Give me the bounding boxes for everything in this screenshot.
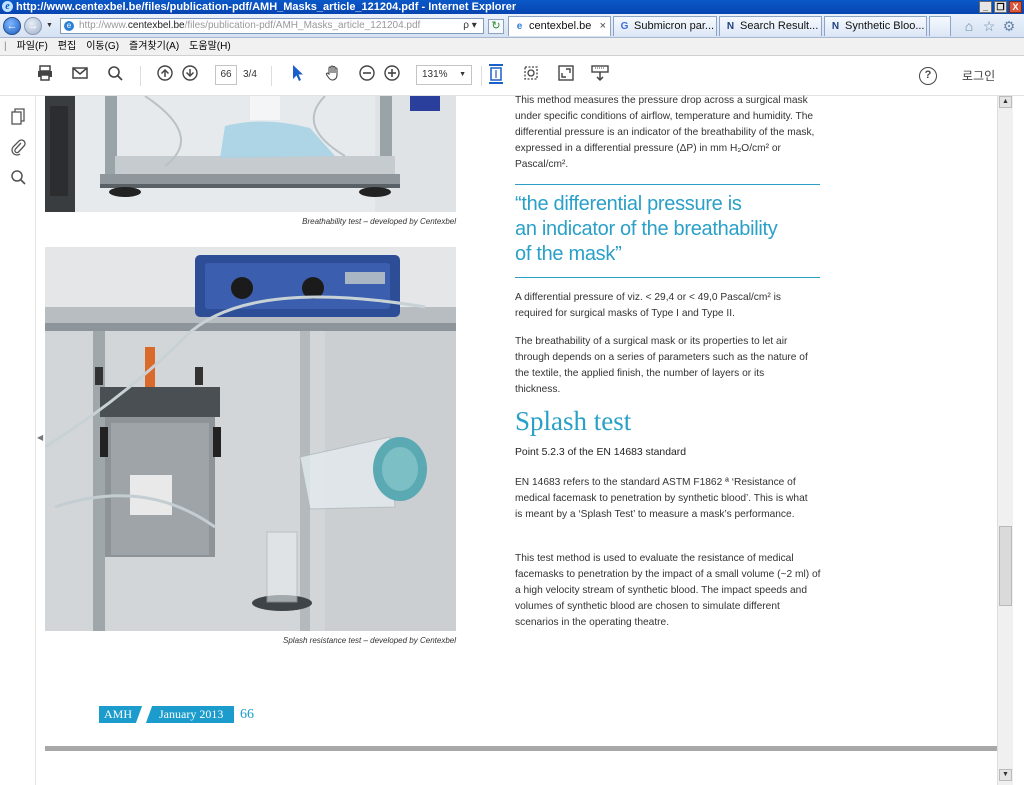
rotate-icon[interactable] [520,64,542,86]
pull-quote-line: “the differential pressure is [515,193,742,215]
splash-resistance-test-photo [45,247,456,631]
close-window-button[interactable]: X [1009,1,1022,13]
menu-edit[interactable]: 편집 [58,41,76,52]
side-panel-rail [0,96,36,785]
figure-caption: Splash resistance test – developed by Ce… [283,636,456,645]
window-title: http://www.centexbel.be/files/publicatio… [16,1,517,13]
tab-synthetic-blood[interactable]: N Synthetic Bloo... [824,16,927,36]
tab-label: Search Result... [740,20,819,32]
pages-thumbnail-icon[interactable] [8,108,28,128]
footer-page-number: 66 [240,707,254,722]
menu-file[interactable]: 파일(F) [17,41,48,52]
tab-submicron[interactable]: G Submicron par... [613,16,717,36]
breathability-test-photo [45,96,456,212]
article-paragraph: EN 14683 refers to the standard ASTM F18… [515,477,808,520]
pdf-toolbar [0,56,1024,96]
journal-brand: AMH [104,707,133,721]
zoom-select[interactable]: 131% ▼ [416,65,472,85]
favorites-star-icon[interactable]: ☆ [981,18,997,34]
article-paragraph: A differential pressure of viz. < 29,4 o… [515,292,781,319]
menu-bar: | 파일(F) 편집 이동(G) 즐겨찾기(A) 도움말(H) [0,38,1024,56]
help-icon[interactable]: ? [919,67,937,85]
menu-go[interactable]: 이동(G) [86,41,119,52]
tab-label: centexbel.be [529,20,592,32]
tab-centexbel[interactable]: e centexbel.be × [508,16,611,36]
quote-divider-top [515,184,820,185]
login-link[interactable]: 로그인 [962,66,995,86]
section-heading: Splash test [515,406,632,436]
address-bar[interactable]: e http://www.centexbel.be/files/publicati… [60,18,484,34]
menu-favorites[interactable]: 즐겨찾기(A) [129,41,179,52]
address-domain: centexbel.be [127,20,185,31]
vertical-scrollbar[interactable]: ▲ ▼ [997,96,1013,785]
fullscreen-icon[interactable] [555,64,577,86]
scroll-up-icon[interactable]: ▲ [999,96,1012,108]
search-dropdown-icon[interactable]: ρ ▾ [457,19,483,33]
zoom-out-icon[interactable] [356,64,378,86]
tab-label: Submicron par... [634,20,715,32]
article-paragraph: This method measures the pressure drop a… [515,95,815,170]
back-arrow-icon: ← [6,20,18,32]
zoom-in-icon[interactable] [381,64,403,86]
page-count: 3/4 [243,69,257,80]
journal-footer-badge: AMH January 2013 [99,706,234,723]
ie-logo-icon: e [2,1,13,12]
pull-quote-line: of the mask” [515,243,622,265]
sidebar-search-icon[interactable] [8,168,28,188]
section-subheading: Point 5.2.3 of the EN 14683 standard [515,447,686,458]
article-paragraph: The breathability of a surgical mask or … [515,336,808,395]
chevron-down-icon: ▼ [459,71,466,78]
address-prefix: http://www. [79,20,128,31]
back-button[interactable]: ← [3,17,21,35]
hand-tool-icon[interactable] [322,64,344,86]
forward-button[interactable]: → [24,17,42,35]
ie-page-icon: e [516,21,523,32]
select-cursor-icon[interactable] [287,64,309,86]
email-icon[interactable] [69,64,91,86]
new-tab-button[interactable] [929,16,951,36]
page-favicon-icon: e [64,21,74,31]
home-icon[interactable]: ⌂ [961,18,977,34]
zoom-value: 131% [422,69,448,80]
print-icon[interactable] [34,64,56,86]
previous-page-icon[interactable] [154,64,176,86]
menu-help[interactable]: 도움말(H) [189,41,230,52]
google-icon: G [620,21,629,32]
address-path: /files/publication-pdf/AMH_Masks_article… [184,20,421,31]
download-icon[interactable] [589,64,611,86]
pull-quote: “the differential pressure is an indicat… [515,192,815,267]
article-paragraph: This test method is used to evaluate the… [515,553,821,628]
refresh-button[interactable]: ↻ [488,19,504,34]
browser-window: e http://www.centexbel.be/files/publicati… [0,0,1024,785]
refresh-icon: ↻ [491,20,501,32]
navigation-bar: ← → ▼ e http://www.centexbel.be/files/pub… [0,14,1024,38]
tab-search-result[interactable]: N Search Result... [719,16,822,36]
page-number-input[interactable]: 66 [215,65,237,85]
history-dropdown-icon[interactable]: ▼ [46,22,53,29]
title-bar: e http://www.centexbel.be/files/publicati… [0,0,1024,14]
naver-icon: N [831,21,840,32]
search-icon[interactable] [104,64,126,86]
scrollbar-thumb[interactable] [999,526,1012,606]
restore-button[interactable]: ❐ [994,1,1007,13]
minimize-button[interactable]: _ [979,1,992,13]
previous-page-arrow-icon[interactable]: ◀ [37,433,43,442]
attachment-paperclip-icon[interactable] [8,138,28,158]
figure-caption: Breathability test – developed by Centex… [302,217,456,226]
fit-page-icon[interactable] [485,64,507,86]
naver-icon: N [726,21,735,32]
settings-gear-icon[interactable]: ⚙ [1001,18,1017,34]
quote-divider-bottom [515,277,820,278]
next-page-icon[interactable] [179,64,201,86]
tab-close-icon[interactable]: × [600,17,606,35]
scroll-down-icon[interactable]: ▼ [999,769,1012,781]
forward-arrow-icon: → [27,20,39,32]
journal-date: January 2013 [159,707,224,721]
pull-quote-line: an indicator of the breathability [515,218,778,240]
tab-label: Synthetic Bloo... [845,20,925,32]
